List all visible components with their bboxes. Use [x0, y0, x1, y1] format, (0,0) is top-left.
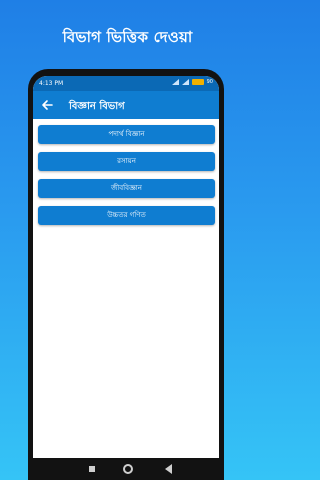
subject-button-chemistry[interactable]: রসায়ন: [38, 152, 215, 171]
subject-button-physics[interactable]: পদার্থ বিজ্ঞান: [38, 125, 215, 144]
status-icons: 90: [171, 79, 213, 85]
recents-square-icon[interactable]: [89, 466, 95, 472]
app-bar: বিজ্ঞান বিভাগ: [33, 91, 219, 119]
home-circle-icon[interactable]: [123, 464, 133, 474]
wifi-signal-icon: [171, 79, 179, 85]
promo-headline: বিভাগ ভিত্তিক দেওয়া: [62, 28, 193, 46]
phone-screen: 4:13 PM 90 বিজ্ঞান বিভাগ পদার্থ বিজ্ঞান …: [33, 76, 219, 480]
arrow-left-icon[interactable]: [40, 98, 54, 112]
back-triangle-icon[interactable]: [165, 464, 172, 474]
subject-button-higher-math[interactable]: উচ্চতর গণিত: [38, 206, 215, 225]
system-nav-bar: [33, 458, 219, 480]
subject-button-biology[interactable]: জীববিজ্ঞান: [38, 179, 215, 198]
status-time: 4:13 PM: [39, 80, 64, 87]
subject-list: পদার্থ বিজ্ঞান রসায়ন জীববিজ্ঞান উচ্চতর …: [38, 125, 215, 233]
status-bar: 4:13 PM 90: [33, 76, 219, 91]
battery-icon: [191, 79, 204, 85]
app-bar-title: বিজ্ঞান বিভাগ: [69, 101, 125, 112]
battery-level: 90: [206, 79, 213, 85]
cell-signal-icon: [181, 79, 189, 85]
phone-frame: 4:13 PM 90 বিজ্ঞান বিভাগ পদার্থ বিজ্ঞান …: [28, 69, 224, 480]
